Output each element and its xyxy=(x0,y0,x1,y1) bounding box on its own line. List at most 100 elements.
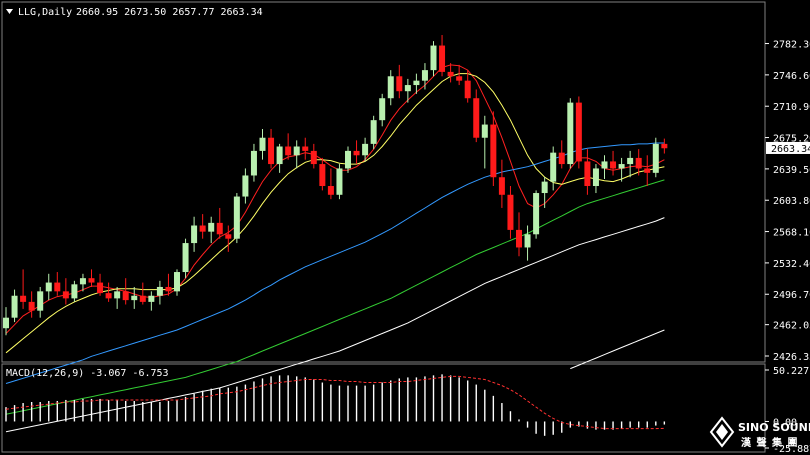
candle-body xyxy=(516,229,522,248)
price-tick-label: 2782.30 xyxy=(773,40,810,51)
candle-body xyxy=(233,196,240,239)
candle-body xyxy=(550,152,557,182)
candle-body xyxy=(413,80,420,86)
candle-body xyxy=(592,168,599,187)
candle-body xyxy=(88,278,95,283)
candle-body xyxy=(20,295,27,302)
candle-body xyxy=(302,146,309,151)
candle-body xyxy=(661,143,668,149)
candle-body xyxy=(11,295,18,318)
candle-body xyxy=(456,76,463,81)
candle-body xyxy=(208,222,215,232)
candle-body xyxy=(310,150,317,165)
candle-body xyxy=(396,76,403,92)
candle-body xyxy=(584,161,591,187)
candle-body xyxy=(191,225,198,244)
candle xyxy=(233,193,240,244)
price-tick-label: 2568.10 xyxy=(773,228,810,239)
watermark-line2: 漢 聲 集 團 xyxy=(741,436,798,449)
candle-body xyxy=(156,286,163,296)
candle-body xyxy=(148,295,155,302)
candle-body xyxy=(216,222,223,235)
ohlc-readout: 2660.95 2673.50 2657.77 2663.34 xyxy=(76,7,263,18)
candle-body xyxy=(430,45,437,71)
candle-body xyxy=(37,291,44,311)
candle-body xyxy=(404,85,411,92)
candle-body xyxy=(507,194,514,230)
candle-body xyxy=(353,150,360,156)
candle-body xyxy=(182,243,189,273)
watermark-line1: SINO SOUND xyxy=(738,421,810,434)
price-tick-label: 2710.90 xyxy=(773,102,810,113)
candle-body xyxy=(114,291,121,299)
symbol-label: LLG,Daily xyxy=(18,7,72,18)
candle xyxy=(575,96,582,169)
candle-body xyxy=(293,146,300,156)
candle-body xyxy=(242,175,249,197)
current-price-label: 2663.34 xyxy=(771,144,810,155)
candle-body xyxy=(575,102,582,162)
candle-body xyxy=(379,98,386,121)
candle-body xyxy=(285,146,292,156)
candle-body xyxy=(122,291,129,301)
candle-body xyxy=(97,282,104,294)
macd-label: MACD(12,26,9) -3.067 -6.753 xyxy=(6,368,169,379)
candle-body xyxy=(45,282,52,292)
candle-body xyxy=(610,161,617,169)
price-tick-label: 2639.50 xyxy=(773,165,810,176)
candle-body xyxy=(62,291,69,299)
candle-body xyxy=(439,45,446,72)
candle-body xyxy=(345,150,351,169)
candle-body xyxy=(627,157,634,165)
candle-body xyxy=(447,71,454,77)
candle-body xyxy=(567,102,574,165)
price-tick-label: 2496.70 xyxy=(773,290,810,301)
candle-body xyxy=(174,272,180,292)
macd-tick-label: 50.227 xyxy=(773,366,809,377)
price-tick-label: 2746.60 xyxy=(773,71,810,82)
candle-body xyxy=(370,120,377,144)
candle-body xyxy=(131,295,138,301)
candle-body xyxy=(481,124,488,138)
price-tick-label: 2462.05 xyxy=(773,321,810,332)
chart-canvas: 2782.302746.602710.902675.202639.502603.… xyxy=(0,0,810,455)
candle-body xyxy=(139,295,146,302)
candle xyxy=(567,98,574,169)
candle-body xyxy=(225,234,232,239)
candle-body xyxy=(319,164,326,187)
candle xyxy=(336,164,343,200)
candle-body xyxy=(473,98,480,138)
candle-body xyxy=(464,80,471,99)
candle-body xyxy=(268,137,275,165)
candle-body xyxy=(199,225,206,232)
candle-body xyxy=(327,186,334,195)
price-tick-label: 2603.80 xyxy=(773,196,810,207)
candle-body xyxy=(165,286,172,292)
candle-body xyxy=(635,157,642,169)
candle-body xyxy=(28,301,35,311)
candle-body xyxy=(71,284,78,299)
candle-body xyxy=(276,146,283,165)
candle-body xyxy=(387,76,394,99)
candle-body xyxy=(3,317,9,329)
candle-body xyxy=(105,293,112,299)
candle-body xyxy=(541,181,548,194)
candle-body xyxy=(54,282,61,292)
candle-body xyxy=(79,278,86,285)
chart-background xyxy=(0,0,810,455)
candle-body xyxy=(421,70,428,81)
candle-body xyxy=(259,137,266,151)
candle-body xyxy=(601,161,608,169)
candle-body xyxy=(524,234,531,248)
candle-body xyxy=(490,124,497,178)
price-tick-label: 2532.40 xyxy=(773,259,810,270)
candle-body xyxy=(652,143,659,173)
candle xyxy=(533,190,540,239)
candle-body xyxy=(618,164,625,169)
candle-body xyxy=(644,168,651,173)
candle-body xyxy=(250,150,257,176)
candle-body xyxy=(533,193,540,235)
candle-body xyxy=(498,177,505,195)
candle-body xyxy=(558,152,565,165)
price-tick-label: 2426.35 xyxy=(773,352,810,363)
